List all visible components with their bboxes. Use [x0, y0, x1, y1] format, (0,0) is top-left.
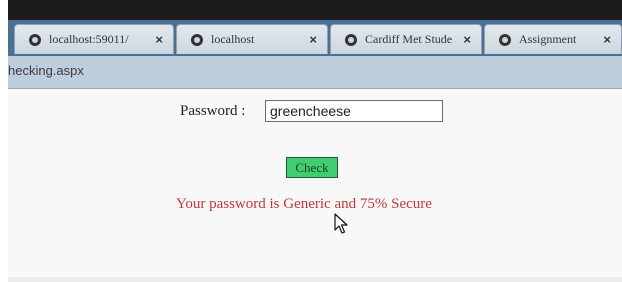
tab-assignment[interactable]: Assignment × — [484, 24, 622, 54]
close-icon[interactable]: × — [309, 32, 317, 47]
globe-icon — [499, 33, 511, 46]
password-label: Password : — [180, 103, 246, 119]
tab-cardiff-met[interactable]: Cardiff Met Stude × — [330, 24, 482, 54]
page-title-bar: hecking.aspx — [8, 56, 622, 89]
close-icon[interactable]: × — [603, 32, 611, 47]
bottom-edge — [8, 277, 622, 282]
tab-localhost-59011[interactable]: localhost:59011/ × — [14, 24, 174, 54]
check-button[interactable]: Check — [286, 157, 338, 178]
globe-icon — [191, 33, 203, 46]
tab-label: localhost — [211, 32, 255, 46]
tab-label: Assignment — [519, 32, 577, 46]
window-top-edge — [8, 0, 622, 20]
close-icon[interactable]: × — [155, 32, 163, 47]
page-content: Password : Check Your password is Generi… — [8, 89, 622, 282]
password-strength-result: Your password is Generic and 75% Secure — [176, 196, 432, 212]
close-icon[interactable]: × — [463, 32, 471, 47]
tab-label: localhost:59011/ — [49, 32, 129, 46]
mouse-pointer-icon — [334, 213, 348, 234]
globe-icon — [345, 33, 357, 46]
globe-icon — [29, 33, 41, 46]
tab-label: Cardiff Met Stude — [365, 32, 453, 46]
tab-localhost[interactable]: localhost × — [176, 24, 328, 54]
browser-window: localhost:59011/ × localhost × Cardiff M… — [8, 0, 622, 282]
password-input[interactable] — [265, 100, 443, 122]
page-title: hecking.aspx — [8, 63, 84, 78]
tab-bar: localhost:59011/ × localhost × Cardiff M… — [8, 20, 622, 56]
